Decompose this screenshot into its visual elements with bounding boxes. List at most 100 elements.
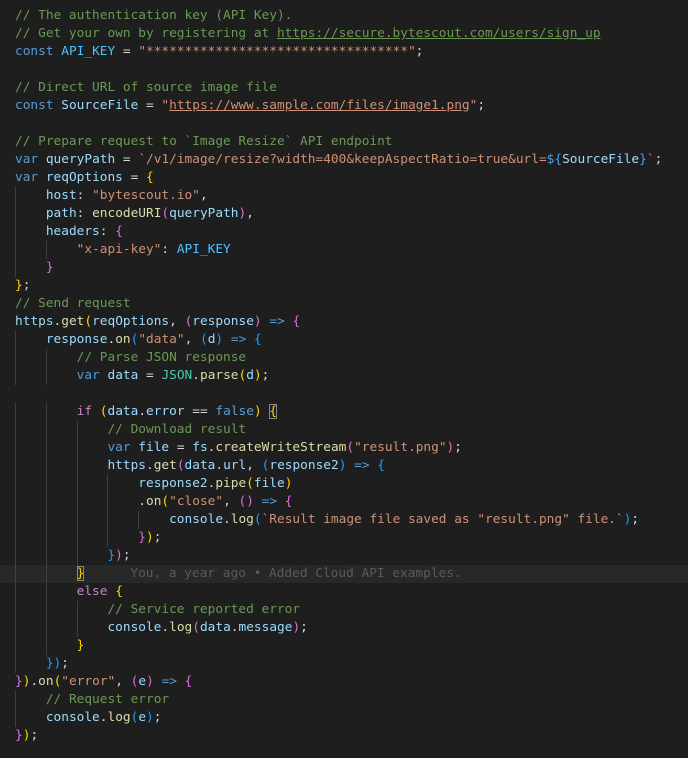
bracket-token: } xyxy=(138,530,146,545)
code-line[interactable]: // Download result xyxy=(0,421,688,439)
punctuation-token: ; xyxy=(477,98,486,113)
code-line[interactable] xyxy=(0,61,688,79)
code-line[interactable]: // The authentication key (API Key). xyxy=(0,7,688,25)
url-link[interactable]: https://www.sample.com/files/image1.png xyxy=(169,98,469,113)
string-token: "x-api-key" xyxy=(76,242,162,257)
string-token: "close" xyxy=(169,494,224,509)
code-line[interactable]: const SourceFile = "https://www.sample.c… xyxy=(0,97,688,115)
punctuation-token: ; xyxy=(30,728,39,743)
string-token: "bytescout.io" xyxy=(92,188,200,203)
punctuation-token xyxy=(277,494,285,509)
bracket-token: } xyxy=(15,278,23,293)
indent-guide xyxy=(45,583,47,601)
code-line[interactable]: var queryPath = `/v1/image/resize?width=… xyxy=(0,151,688,169)
code-line[interactable]: https.get(data.url, (response2) => { xyxy=(0,457,688,475)
code-line[interactable]: path: encodeURI(queryPath), xyxy=(0,205,688,223)
indent-guide xyxy=(45,457,47,475)
keyword-token: const xyxy=(15,44,54,59)
code-editor[interactable]: // The authentication key (API Key). // G… xyxy=(0,0,688,758)
code-line[interactable]: if (data.error == false) { xyxy=(0,403,688,421)
code-line[interactable]: // Direct URL of source image file xyxy=(0,79,688,97)
type-token: JSON xyxy=(161,368,193,383)
indent-guide xyxy=(45,421,47,439)
code-line[interactable]: // Prepare request to `Image Resize` API… xyxy=(0,133,688,151)
keyword-token: var xyxy=(107,440,131,455)
code-line[interactable]: }; xyxy=(0,277,688,295)
code-line[interactable]: }); xyxy=(0,655,688,673)
code-line[interactable]: var file = fs.createWriteStream("result.… xyxy=(0,439,688,457)
indent-guide xyxy=(15,493,16,511)
punctuation-token xyxy=(15,656,46,671)
code-line[interactable]: // Parse JSON response xyxy=(0,349,688,367)
code-line[interactable]: response2.pipe(file) xyxy=(0,475,688,493)
code-line[interactable]: .on("close", () => { xyxy=(0,493,688,511)
code-line[interactable]: var data = JSON.parse(d); xyxy=(0,367,688,385)
punctuation-token xyxy=(15,206,46,221)
code-line[interactable]: // Request error xyxy=(0,691,688,709)
code-line[interactable]: console.log(e); xyxy=(0,709,688,727)
identifier-token: url xyxy=(223,458,247,473)
bracket-token: { xyxy=(254,332,262,347)
punctuation-token xyxy=(15,224,46,239)
code-line[interactable]: }); xyxy=(0,547,688,565)
code-line[interactable]: }); xyxy=(0,529,688,547)
indent-guide xyxy=(45,367,47,385)
punctuation-token: . xyxy=(215,458,224,473)
code-line[interactable]: host: "bytescout.io", xyxy=(0,187,688,205)
bracket-token: ( xyxy=(161,494,170,509)
code-line[interactable]: } You, a year ago • Added Cloud API examp… xyxy=(0,565,688,583)
code-line[interactable]: headers: { xyxy=(0,223,688,241)
code-line[interactable]: // Service reported error xyxy=(0,601,688,619)
code-line[interactable]: "x-api-key": API_KEY xyxy=(0,241,688,259)
indent-guide xyxy=(107,475,109,493)
bracket-token: } xyxy=(45,656,54,671)
indent-guide xyxy=(76,601,78,619)
bracket-token: ) xyxy=(146,530,154,545)
punctuation-token: ; xyxy=(61,656,69,671)
url-link[interactable]: https://secure.bytescout.com/users/sign_… xyxy=(277,26,601,41)
code-line[interactable] xyxy=(0,385,688,403)
code-line[interactable]: console.log(`Result image file saved as … xyxy=(0,511,688,529)
code-line[interactable]: // Get your own by registering at https:… xyxy=(0,25,688,43)
punctuation-token xyxy=(246,332,254,347)
code-line[interactable]: response.on("data", (d) => { xyxy=(0,331,688,349)
punctuation-token: . xyxy=(223,512,231,527)
identifier-token: SourceFile xyxy=(562,152,640,167)
bracket-token: ( xyxy=(84,314,93,329)
code-line[interactable]: }); xyxy=(0,727,688,745)
bracket-token: ) xyxy=(253,368,262,383)
identifier-token: path xyxy=(45,206,77,221)
code-line[interactable]: // Send request xyxy=(0,295,688,313)
constant-token: API_KEY xyxy=(176,242,231,257)
code-line[interactable] xyxy=(0,115,688,133)
code-line[interactable]: const API_KEY = "***********************… xyxy=(0,43,688,61)
code-line[interactable]: } xyxy=(0,259,688,277)
keyword-token: var xyxy=(15,170,39,185)
punctuation-token: = xyxy=(122,170,147,185)
indent-guide xyxy=(15,241,16,259)
bracket-token: } xyxy=(76,638,85,653)
indent-guide xyxy=(15,637,16,655)
identifier-token: message xyxy=(238,620,293,635)
punctuation-token: ; xyxy=(153,530,162,545)
code-line[interactable]: else { xyxy=(0,583,688,601)
bracket-token: ) xyxy=(253,314,262,329)
code-line[interactable]: https.get(reqOptions, (response) => { xyxy=(0,313,688,331)
indent-guide xyxy=(15,259,16,277)
code-line[interactable]: }).on("error", (e) => { xyxy=(0,673,688,691)
indent-guide xyxy=(15,655,16,673)
indent-guide xyxy=(45,493,47,511)
indent-guide xyxy=(15,709,16,727)
code-line[interactable]: console.log(data.message); xyxy=(0,619,688,637)
punctuation-token xyxy=(154,674,162,689)
identifier-token: console xyxy=(107,620,162,635)
code-line[interactable]: var reqOptions = { xyxy=(0,169,688,187)
punctuation-token xyxy=(15,440,107,455)
punctuation-token xyxy=(15,188,46,203)
identifier-token: reqOptions xyxy=(92,314,170,329)
punctuation-token: = xyxy=(138,368,162,383)
function-token: parse xyxy=(199,368,239,383)
keyword-token: => xyxy=(161,674,177,689)
code-line[interactable]: } xyxy=(0,637,688,655)
punctuation-token: . xyxy=(161,620,170,635)
